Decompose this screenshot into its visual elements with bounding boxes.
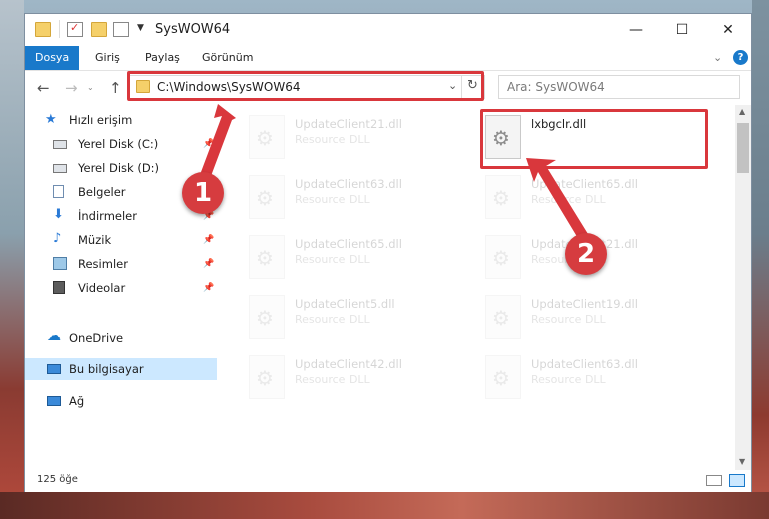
step-1-badge: 1 — [182, 172, 224, 214]
arrow-2-icon — [526, 158, 588, 240]
annotation-arrows — [198, 104, 588, 240]
step-2-badge: 2 — [565, 233, 607, 275]
